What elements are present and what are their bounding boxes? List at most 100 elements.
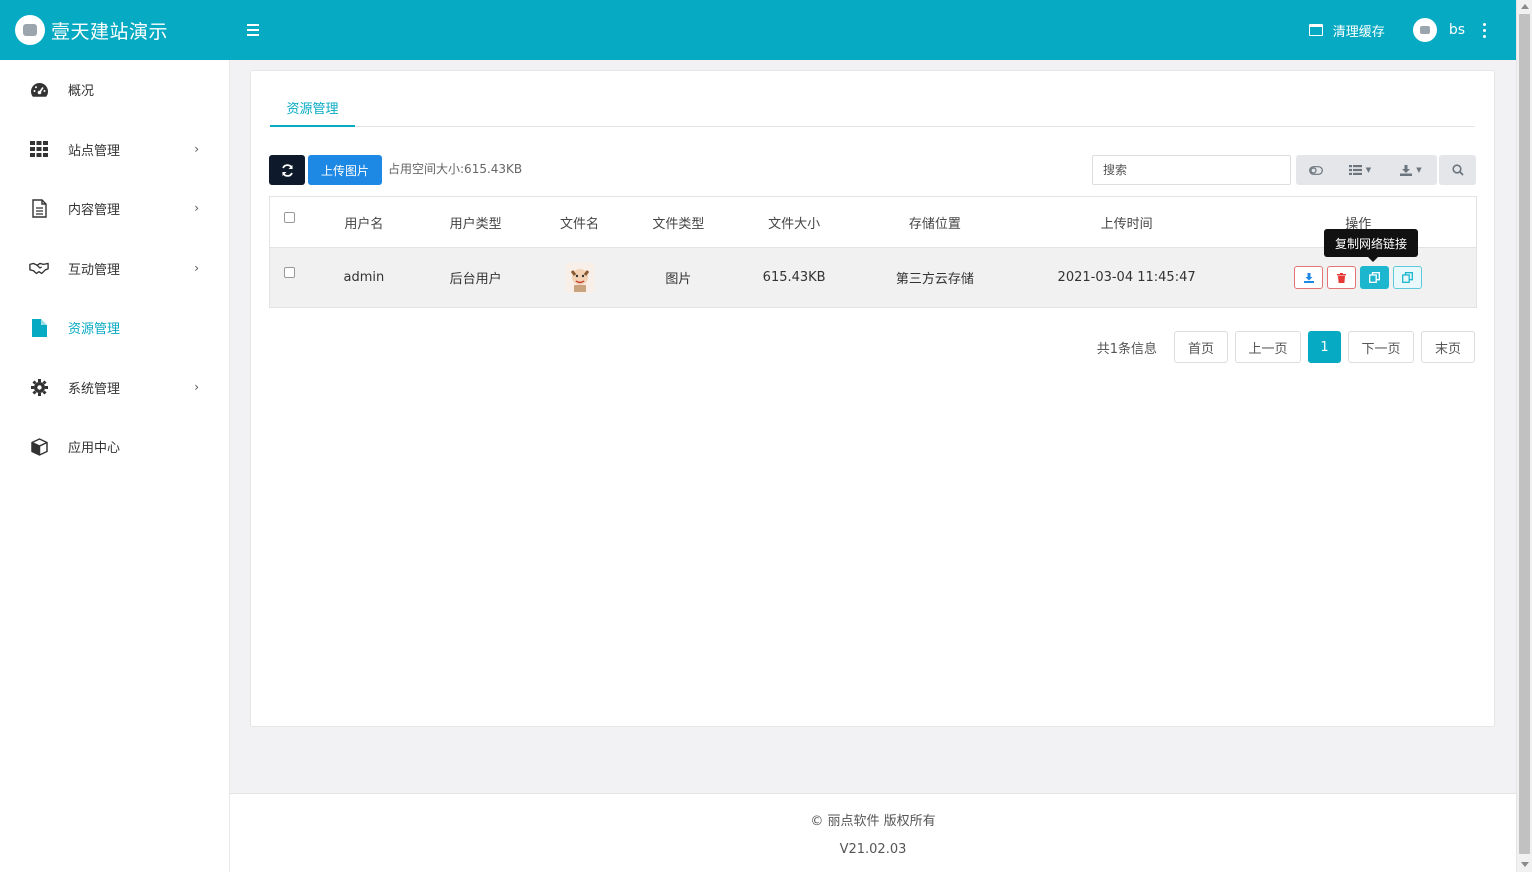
footer: © 丽点软件 版权所有 V21.02.03 (230, 793, 1516, 872)
sidebar-item-system[interactable]: 系统管理 › (0, 358, 229, 418)
more-vertical-icon[interactable] (1483, 22, 1486, 38)
search-input[interactable] (1092, 155, 1291, 185)
copyright-text: © 丽点软件 版权所有 (810, 814, 936, 829)
toggle-icon (1308, 165, 1323, 175)
gear-icon (29, 377, 49, 397)
cell-file-size: 615.43KB (762, 270, 826, 285)
column-header[interactable]: 文件大小 (731, 213, 857, 232)
sidebar-item-apps[interactable]: 应用中心 (0, 417, 229, 477)
cell-file-type: 图片 (665, 272, 692, 287)
list-icon (1348, 165, 1362, 175)
download-icon (1400, 164, 1413, 176)
header-right: 清理缓存 bs (1308, 0, 1486, 60)
column-header[interactable]: 文件类型 (625, 213, 731, 232)
grid-icon (29, 139, 49, 159)
columns-dropdown-button[interactable]: ▼ (1335, 155, 1385, 185)
scroll-down-icon[interactable] (1521, 862, 1529, 867)
menu-toggle-icon[interactable] (247, 20, 265, 40)
column-header[interactable]: 用户类型 (418, 213, 534, 232)
sidebar-item-resources[interactable]: 资源管理 (0, 298, 229, 358)
brand[interactable]: 壹天建站演示 (0, 0, 230, 60)
sidebar-item-interaction[interactable]: 互动管理 › (0, 239, 229, 299)
caret-down-icon: ▼ (1365, 166, 1372, 174)
brand-title: 壹天建站演示 (51, 20, 169, 43)
download-icon (1303, 272, 1314, 283)
cell-upload-time: 2021-03-04 11:45:47 (1057, 270, 1196, 285)
avatar (1412, 18, 1437, 42)
export-dropdown-button[interactable]: ▼ (1385, 155, 1437, 185)
chevron-right-icon: › (194, 201, 199, 215)
version-text: V21.02.03 (839, 842, 907, 857)
resource-table: 用户名 用户类型 文件名 文件类型 文件大小 存储位置 上传时间 操作 admi… (269, 196, 1477, 308)
scroll-up-icon[interactable] (1521, 4, 1529, 9)
main-content: 资源管理 上传图片 占用空间大小:615.43KB ▼ ▼ (230, 60, 1516, 872)
cell-user-type: 后台用户 (449, 272, 502, 287)
column-header[interactable]: 文件名 (534, 213, 626, 232)
search-icon (1451, 164, 1464, 176)
sidebar-item-label: 资源管理 (68, 322, 121, 338)
last-page-button[interactable]: 末页 (1421, 331, 1475, 363)
tab-bar: 资源管理 (270, 89, 1475, 127)
trash-icon (1337, 272, 1347, 283)
brand-logo (15, 15, 45, 45)
download-button[interactable] (1294, 266, 1324, 289)
top-header: 壹天建站演示 清理缓存 bs (0, 0, 1516, 60)
search-button[interactable] (1439, 155, 1476, 185)
sidebar: 概况 站点管理 › 内容管理 › 互动管理 › 资源管理 系统管理 › 应用中心 (0, 60, 230, 872)
toggle-view-button[interactable] (1296, 155, 1335, 185)
chevron-right-icon: › (194, 141, 199, 156)
clear-cache-label: 清理缓存 (1332, 24, 1385, 40)
table-tool-group: ▼ ▼ (1296, 155, 1437, 185)
delete-button[interactable] (1327, 266, 1357, 289)
upload-image-button[interactable]: 上传图片 (308, 155, 383, 185)
copy-icon (1369, 272, 1381, 283)
prev-page-button[interactable]: 上一页 (1235, 331, 1301, 363)
sidebar-item-label: 概况 (68, 84, 95, 100)
first-page-button[interactable]: 首页 (1174, 331, 1228, 363)
toolbar: 上传图片 占用空间大小:615.43KB (269, 155, 522, 185)
vertical-scrollbar[interactable] (1516, 0, 1532, 872)
column-header[interactable]: 存储位置 (857, 213, 1013, 232)
sidebar-item-label: 站点管理 (68, 143, 121, 159)
cell-username: admin (343, 270, 385, 285)
current-page-button[interactable]: 1 (1308, 331, 1341, 363)
sidebar-item-label: 互动管理 (68, 262, 121, 278)
sidebar-item-label: 内容管理 (68, 203, 121, 219)
refresh-button[interactable] (269, 155, 305, 185)
header-select-all (270, 211, 310, 230)
basket-icon (1308, 24, 1323, 36)
copy-link-tooltip: 复制网络链接 (1324, 229, 1419, 262)
table-header-row: 用户名 用户类型 文件名 文件类型 文件大小 存储位置 上传时间 操作 (270, 197, 1476, 248)
copy-network-link-button[interactable] (1360, 266, 1390, 289)
pagination-total: 共1条信息 (1096, 341, 1157, 357)
clear-cache-button[interactable]: 清理缓存 (1308, 21, 1385, 40)
tab-resources[interactable]: 资源管理 (270, 89, 355, 127)
sidebar-item-label: 系统管理 (68, 381, 121, 397)
sidebar-item-label: 应用中心 (68, 441, 121, 457)
file-thumbnail[interactable] (564, 262, 595, 293)
pagination: 共1条信息 首页 上一页 1 下一页 末页 (1097, 331, 1475, 363)
row-checkbox[interactable] (284, 267, 296, 278)
copy-icon (1402, 272, 1414, 283)
scrollbar-thumb[interactable] (1519, 14, 1530, 854)
column-header[interactable]: 上传时间 (1013, 213, 1241, 232)
select-all-checkbox[interactable] (284, 211, 296, 223)
cell-file-name (534, 262, 626, 293)
sidebar-item-overview[interactable]: 概况 (0, 60, 229, 120)
document-icon (29, 199, 49, 219)
column-header[interactable]: 用户名 (310, 213, 418, 232)
chevron-right-icon: › (194, 260, 199, 275)
row-select (270, 267, 310, 285)
user-menu[interactable]: bs (1412, 18, 1465, 42)
table-tools: ▼ ▼ (1092, 155, 1476, 185)
space-usage-text: 占用空间大小:615.43KB (388, 161, 523, 176)
caret-down-icon: ▼ (1416, 166, 1422, 174)
copy-local-link-button[interactable] (1393, 266, 1423, 289)
sidebar-item-site[interactable]: 站点管理 › (0, 120, 229, 180)
dashboard-icon (29, 80, 49, 100)
sidebar-item-content[interactable]: 内容管理 › (0, 179, 229, 239)
table-row[interactable]: admin 后台用户 图片 615.43KB 第三方云存储 2021-03-04… (270, 248, 1476, 307)
handshake-icon (29, 258, 49, 278)
next-page-button[interactable]: 下一页 (1348, 331, 1414, 363)
file-icon (29, 318, 49, 338)
